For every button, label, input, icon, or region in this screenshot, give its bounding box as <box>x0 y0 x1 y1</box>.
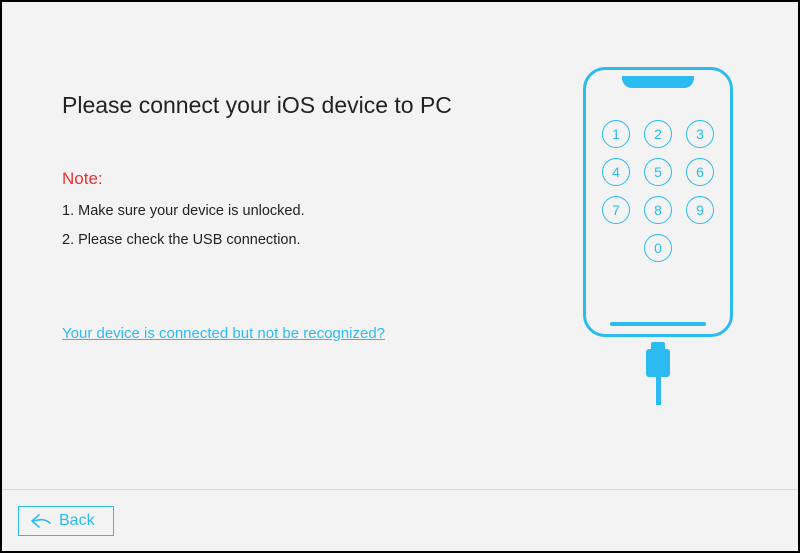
back-arrow-icon <box>31 514 51 528</box>
note-item: 2. Please check the USB connection. <box>62 226 538 255</box>
keypad-key: 8 <box>644 196 672 224</box>
phone-home-indicator-icon <box>610 322 706 326</box>
device-not-recognized-link[interactable]: Your device is connected but not be reco… <box>62 325 385 342</box>
keypad-key: 2 <box>644 120 672 148</box>
keypad-key: 7 <box>602 196 630 224</box>
keypad-key: 1 <box>602 120 630 148</box>
instructions-pane: Please connect your iOS device to PC Not… <box>62 57 558 459</box>
keypad-key: 4 <box>602 158 630 186</box>
keypad-key: 0 <box>644 234 672 262</box>
keypad-key: 6 <box>686 158 714 186</box>
page-title: Please connect your iOS device to PC <box>62 92 538 119</box>
phone-notch-icon <box>622 76 694 88</box>
footer-bar: Back <box>2 489 798 551</box>
note-heading: Note: <box>62 169 538 189</box>
illustration-pane: 1 2 3 4 5 6 7 8 9 0 <box>558 57 758 459</box>
phone-keypad: 1 2 3 4 5 6 7 8 9 0 <box>586 120 730 262</box>
usb-cable-icon <box>646 342 670 405</box>
keypad-key: 9 <box>686 196 714 224</box>
keypad-key: 3 <box>686 120 714 148</box>
back-button-label: Back <box>59 512 95 530</box>
note-item: 1. Make sure your device is unlocked. <box>62 197 538 226</box>
app-window: Please connect your iOS device to PC Not… <box>0 0 800 553</box>
note-list: 1. Make sure your device is unlocked. 2.… <box>62 197 538 255</box>
main-content: Please connect your iOS device to PC Not… <box>2 2 798 489</box>
keypad-key: 5 <box>644 158 672 186</box>
back-button[interactable]: Back <box>18 506 114 536</box>
phone-illustration: 1 2 3 4 5 6 7 8 9 0 <box>583 67 733 337</box>
